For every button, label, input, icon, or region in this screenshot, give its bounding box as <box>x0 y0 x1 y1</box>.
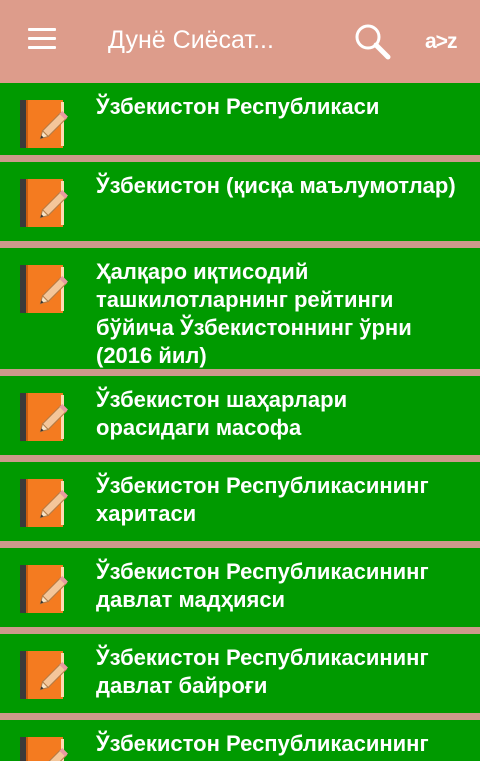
book-edit-icon <box>17 563 69 615</box>
list-item[interactable]: Ўзбекистон Республикасининг давлат байро… <box>0 634 480 713</box>
topic-list: Ўзбекистон Республикаси Ўзбекистон (қисқ… <box>0 83 480 761</box>
search-icon[interactable] <box>352 22 392 62</box>
list-item[interactable]: Ўзбекистон (қисқа маълумотлар) <box>0 162 480 241</box>
list-item-label: Ўзбекистон Республикасининг <box>96 731 429 756</box>
list-item-label: Ўзбекистон Республикаси <box>96 94 380 119</box>
book-edit-icon <box>17 649 69 701</box>
list-item-label: Ҳалқаро иқтисодий ташкилотларнинг рейтин… <box>96 259 412 368</box>
page-title: Дунё Сиёсат... <box>108 26 274 54</box>
list-item[interactable]: Ўзбекистон шаҳарлари орасидаги масофа <box>0 376 480 455</box>
list-item-label: Ўзбекистон Республикасининг давлат байро… <box>96 645 429 698</box>
list-item-label: Ўзбекистон шаҳарлари орасидаги масофа <box>96 387 348 440</box>
book-edit-icon <box>17 477 69 529</box>
list-item[interactable]: Ўзбекистон Республикасининг харитаси <box>0 462 480 541</box>
list-item-label: Ўзбекистон (қисқа маълумотлар) <box>96 173 456 198</box>
book-edit-icon <box>17 263 69 315</box>
book-edit-icon <box>17 391 69 443</box>
book-edit-icon <box>17 735 69 761</box>
list-item[interactable]: Ўзбекистон Республикасининг <box>0 720 480 761</box>
app-bar: Дунё Сиёсат... a>z <box>0 0 480 83</box>
list-item[interactable]: Ўзбекистон Республикасининг давлат мадҳи… <box>0 548 480 627</box>
book-edit-icon <box>17 177 69 229</box>
list-item-label: Ўзбекистон Республикасининг давлат мадҳи… <box>96 559 429 612</box>
hamburger-menu-icon[interactable] <box>28 28 56 52</box>
sort-az-button[interactable]: a>z <box>425 30 457 54</box>
book-edit-icon <box>17 98 69 150</box>
list-item[interactable]: Ўзбекистон Республикаси <box>0 83 480 155</box>
list-item[interactable]: Ҳалқаро иқтисодий ташкилотларнинг рейтин… <box>0 248 480 369</box>
list-item-label: Ўзбекистон Республикасининг харитаси <box>96 473 429 526</box>
